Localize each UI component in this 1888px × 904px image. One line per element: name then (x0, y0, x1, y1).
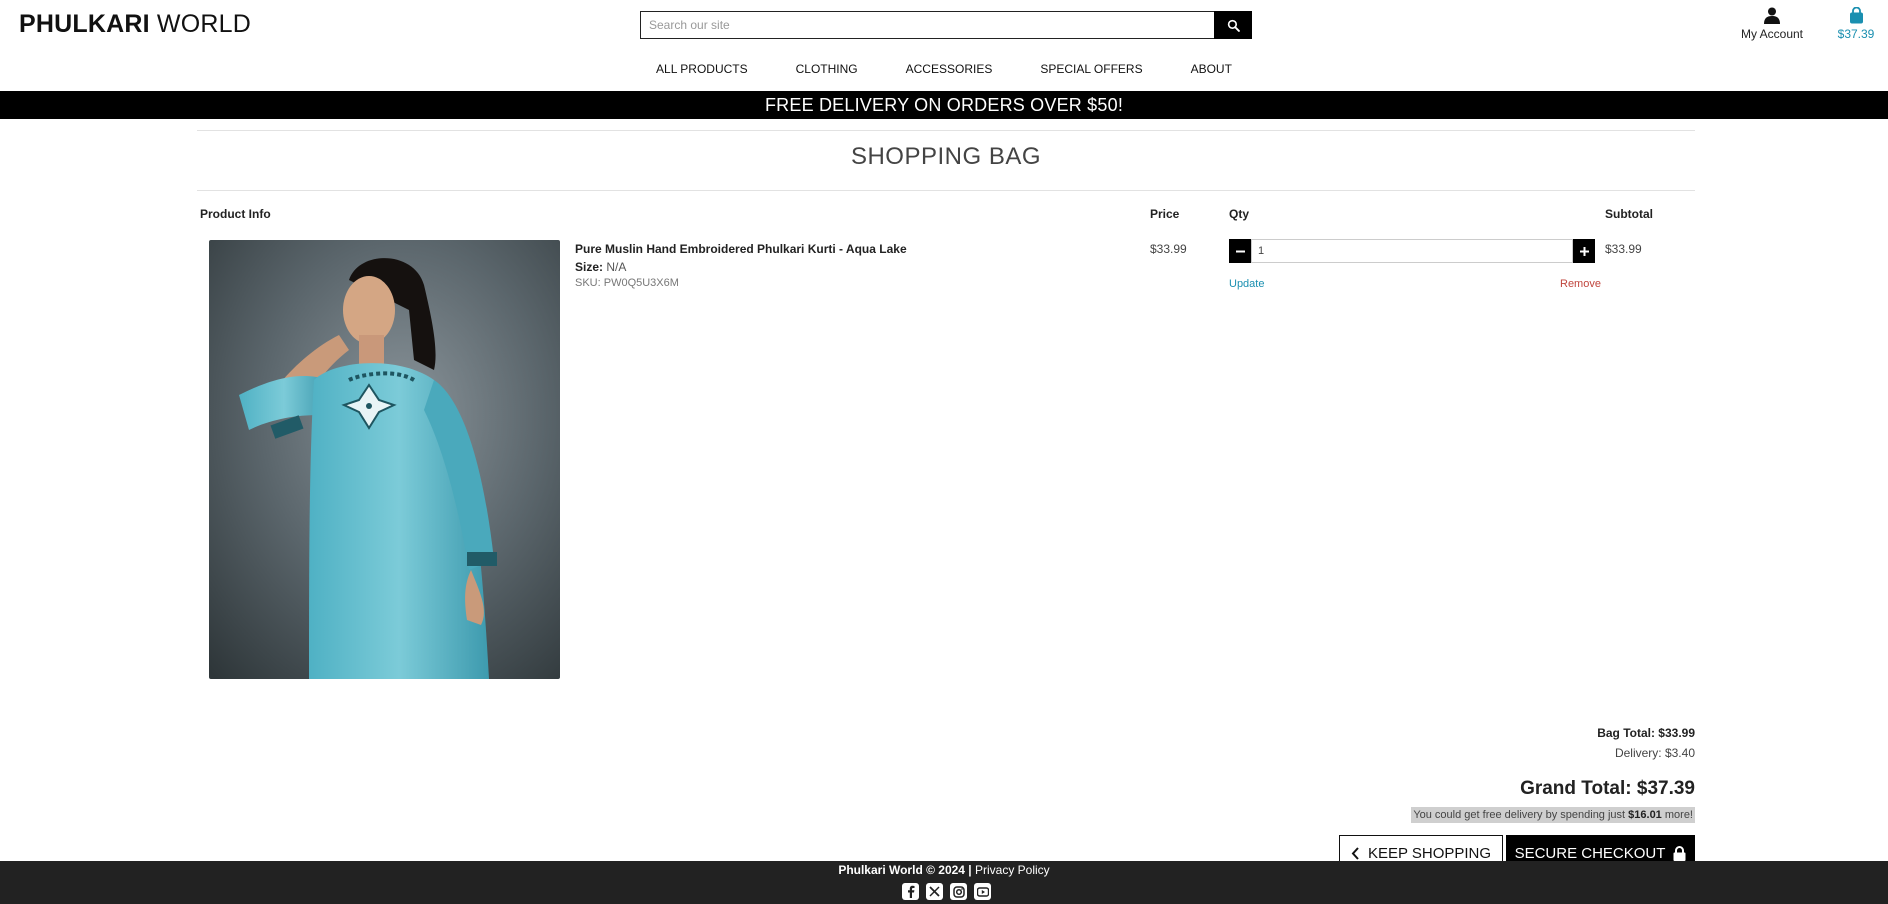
nav-special-offers[interactable]: SPECIAL OFFERS (1016, 62, 1166, 76)
header-qty: Qty (1229, 207, 1250, 221)
keep-shopping-label: KEEP SHOPPING (1367, 844, 1492, 862)
free-msg-amount: $16.01 (1628, 809, 1662, 821)
x-icon[interactable] (926, 883, 943, 900)
divider (197, 190, 1695, 191)
delivery-cost: Delivery: $3.40 (1614, 746, 1695, 760)
facebook-icon[interactable] (902, 883, 919, 900)
product-image[interactable] (209, 240, 560, 679)
nav-all-products[interactable]: ALL PRODUCTS (632, 62, 772, 76)
qty-input[interactable] (1251, 239, 1573, 263)
logo-strong: PHULKARI (19, 10, 150, 38)
divider (197, 130, 1695, 131)
instagram-icon[interactable] (950, 883, 967, 900)
my-account-link[interactable]: My Account (1734, 7, 1810, 41)
footer-copyright: Phulkari World © 2024 | Privacy Policy (0, 863, 1888, 877)
size-label: Size: (575, 260, 604, 274)
lock-icon (1673, 845, 1686, 861)
my-account-label: My Account (1740, 27, 1804, 41)
search-bar (640, 11, 1252, 39)
youtube-icon[interactable] (974, 883, 991, 900)
quantity-stepper (1229, 239, 1595, 263)
grand-total: Grand Total: $37.39 (1520, 778, 1695, 799)
search-button[interactable] (1214, 11, 1252, 39)
header-product-info: Product Info (200, 207, 271, 221)
shopping-bag-link[interactable]: $37.39 (1830, 7, 1882, 41)
bag-total-amount: $37.39 (1837, 27, 1875, 41)
product-price: $33.99 (1150, 242, 1187, 256)
privacy-policy-link[interactable]: Privacy Policy (975, 863, 1050, 877)
remove-link[interactable]: Remove (1560, 278, 1601, 290)
header-price: Price (1150, 207, 1180, 221)
user-icon (1764, 7, 1780, 24)
copyright-text: Phulkari World © 2024 | (838, 863, 975, 877)
free-delivery-banner: FREE DELIVERY ON ORDERS OVER $50! (0, 91, 1888, 119)
increment-qty-button[interactable] (1573, 239, 1595, 263)
decrement-qty-button[interactable] (1229, 239, 1251, 263)
site-logo[interactable]: PHULKARI WORLD (19, 10, 251, 39)
product-sku: SKU: PW0Q5U3X6M (575, 277, 679, 289)
update-link[interactable]: Update (1229, 278, 1264, 290)
shopping-bag-icon (1849, 7, 1863, 24)
minus-icon (1235, 250, 1245, 252)
free-msg-suffix: more! (1661, 809, 1693, 821)
page-title: SHOPPING BAG (850, 143, 1042, 170)
free-msg-prefix: You could get free delivery by spending … (1413, 809, 1629, 821)
secure-checkout-label: SECURE CHECKOUT (1514, 844, 1666, 862)
header-subtotal: Subtotal (1605, 207, 1653, 221)
plus-icon (1579, 246, 1589, 256)
site-header: PHULKARI WORLD My Account $37.39 ALL PRO… (0, 0, 1888, 91)
size-value: N/A (606, 260, 627, 274)
product-size: Size: N/A (575, 260, 626, 274)
free-delivery-message: You could get free delivery by spending … (1411, 807, 1695, 823)
chevron-left-icon (1351, 846, 1359, 860)
main-nav: ALL PRODUCTS CLOTHING ACCESSORIES SPECIA… (0, 62, 1888, 76)
item-subtotal: $33.99 (1605, 242, 1642, 256)
product-name[interactable]: Pure Muslin Hand Embroidered Phulkari Ku… (575, 242, 907, 256)
nav-about[interactable]: ABOUT (1167, 62, 1256, 76)
logo-rest: WORLD (149, 10, 251, 38)
nav-clothing[interactable]: CLOTHING (772, 62, 882, 76)
bag-total: Bag Total: $33.99 (1597, 726, 1695, 740)
search-icon (1227, 19, 1240, 32)
search-input[interactable] (640, 11, 1214, 39)
nav-accessories[interactable]: ACCESSORIES (882, 62, 1017, 76)
site-footer: Phulkari World © 2024 | Privacy Policy (0, 861, 1888, 904)
social-links (902, 883, 991, 900)
